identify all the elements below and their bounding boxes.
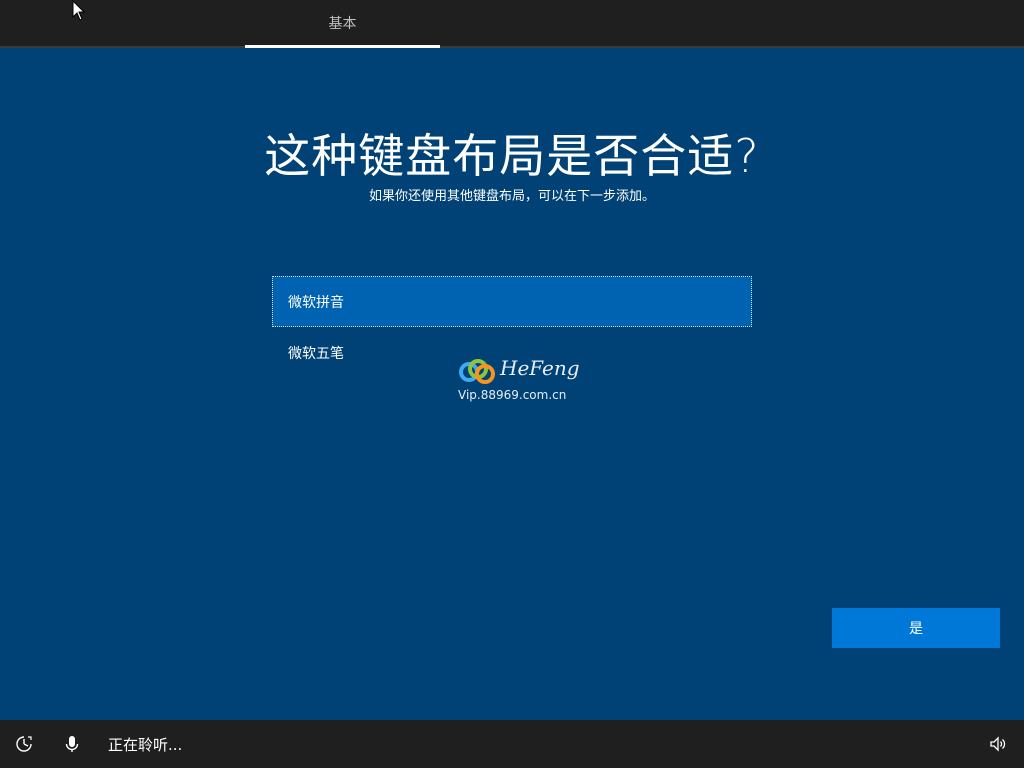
- bottom-bar: 正在聆听...: [0, 720, 1024, 768]
- page-subtitle: 如果你还使用其他键盘布局，可以在下一步添加。: [368, 189, 655, 204]
- ease-of-access-icon[interactable]: [14, 734, 34, 754]
- volume-icon[interactable]: [988, 734, 1008, 754]
- listening-status: 正在聆听...: [108, 735, 183, 754]
- keyboard-option-microsoft-pinyin[interactable]: 微软拼音: [272, 276, 752, 327]
- watermark: HeFeng Vip.88969.com.cn: [458, 356, 580, 408]
- keyboard-option-label: 微软五笔: [288, 345, 344, 362]
- yes-button[interactable]: 是: [832, 608, 1000, 648]
- tab-basic-label: 基本: [328, 16, 357, 32]
- watermark-logo-icon: [459, 359, 495, 384]
- microphone-icon[interactable]: [62, 734, 82, 754]
- tab-basic[interactable]: 基本: [245, 0, 440, 46]
- watermark-url: Vip.88969.com.cn: [458, 388, 567, 402]
- mouse-cursor-icon: [72, 0, 86, 21]
- top-bar: [0, 0, 1024, 46]
- page-title: 这种键盘布局是否合适?: [264, 129, 760, 183]
- watermark-brand: HeFeng: [500, 356, 580, 380]
- keyboard-option-label: 微软拼音: [288, 294, 344, 311]
